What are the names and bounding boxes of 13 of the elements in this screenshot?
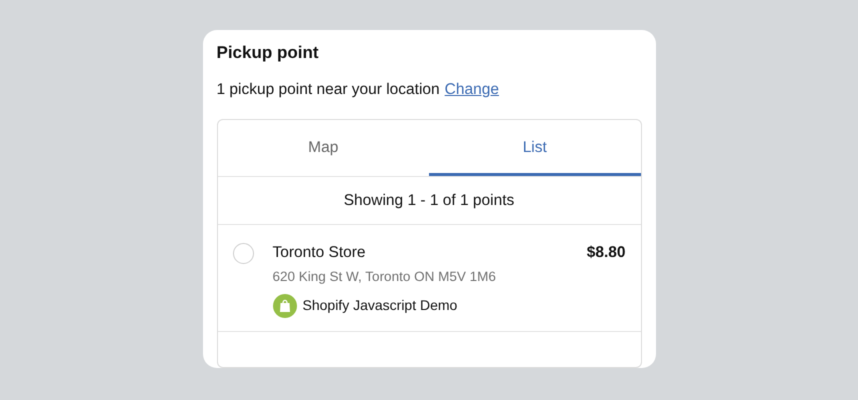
change-link[interactable]: Change [444, 80, 499, 100]
section-title: Pickup point [216, 42, 320, 64]
store-name: Toronto Store [272, 243, 366, 263]
tab[interactable]: Map [218, 120, 429, 176]
summary-text: 1 pickup point near your location [216, 80, 440, 100]
tab[interactable]: List [429, 120, 640, 176]
price: $8.80 [586, 243, 626, 263]
radio-button[interactable] [232, 243, 254, 264]
shop-name: Shopify Javascript Demo [302, 296, 458, 315]
bag-logo-icon [272, 294, 296, 318]
store-address: 620 King St W, Toronto ON M5V 1M6 [272, 268, 497, 286]
results-count: Showing 1 - 1 of 1 points [344, 190, 514, 211]
pickup-option[interactable]: Toronto Store $8.80 620 King St W, Toronto ON M5V 1M6 Shopify Javascript Demo [218, 225, 640, 332]
